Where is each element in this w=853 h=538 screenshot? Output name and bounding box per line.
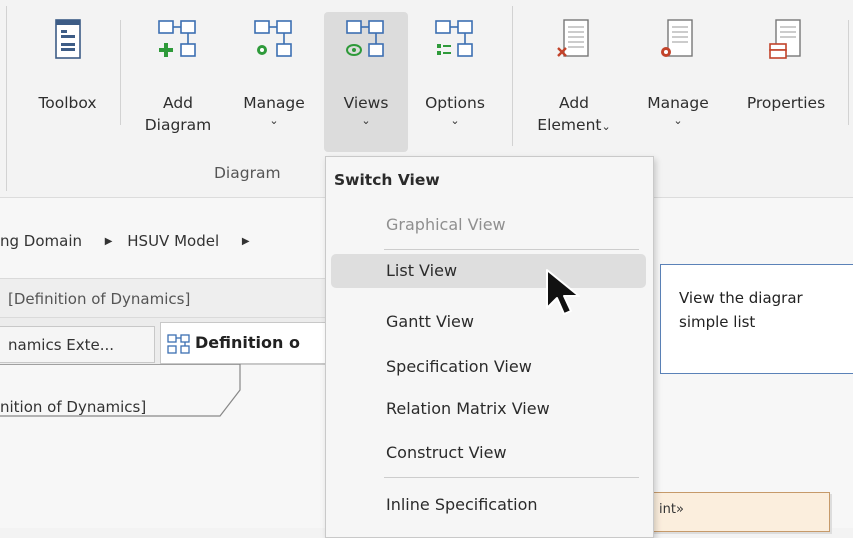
chevron-down-icon: ⌄	[450, 114, 460, 127]
properties-button[interactable]: Properties	[730, 12, 842, 152]
properties-label: Properties	[746, 94, 826, 112]
ribbon-separator	[6, 6, 7, 191]
chevron-down-icon: ⌄	[269, 114, 279, 127]
add-element-button[interactable]: Add Element⌄	[520, 12, 628, 152]
tab-label: Definition o	[195, 333, 300, 352]
tab-dynamics-extension[interactable]: namics Exte...	[0, 326, 155, 363]
toolbox-icon	[54, 19, 81, 59]
element-stereotype: int»	[659, 502, 684, 517]
menu-item-inline-specification[interactable]: Inline Specification	[331, 488, 646, 522]
ribbon-separator	[512, 6, 513, 146]
menu-item-list-view[interactable]: List View	[331, 254, 646, 288]
ribbon-separator	[848, 20, 849, 125]
add-diagram-button[interactable]: Add Diagram	[128, 12, 228, 152]
toolbox-button[interactable]: Toolbox	[20, 12, 115, 152]
breadcrumb: ng Domain ▶ HSUV Model ▶	[0, 232, 260, 250]
mouse-cursor-icon	[546, 269, 580, 315]
add-element-icon	[557, 19, 589, 57]
menu-item-gantt-view[interactable]: Gantt View	[331, 305, 646, 339]
diagram-element[interactable]: int»	[640, 492, 830, 532]
chevron-down-icon: ⌄	[673, 114, 683, 127]
manage-diagram-button[interactable]: Manage ⌄	[228, 12, 320, 152]
add-element-label: Add Element⌄	[537, 94, 611, 134]
tooltip-line: View the diagrar	[679, 289, 803, 307]
manage-element-icon	[661, 19, 693, 57]
switch-view-menu: Switch View Graphical View List View Gan…	[325, 156, 654, 538]
tooltip: View the diagrar simple list	[660, 264, 853, 374]
views-button[interactable]: Views ⌄	[324, 12, 408, 152]
menu-item-relation-matrix-view[interactable]: Relation Matrix View	[331, 392, 646, 426]
tab-bar: namics Exte... Definition o	[0, 318, 360, 365]
diagram-icon	[167, 333, 190, 354]
view-title: [Definition of Dynamics]	[0, 278, 330, 318]
breadcrumb-arrow-icon: ▶	[104, 236, 113, 247]
manage-element-button[interactable]: Manage ⌄	[630, 12, 726, 152]
menu-separator	[384, 477, 639, 478]
add-diagram-icon	[158, 20, 196, 57]
views-icon	[346, 20, 384, 57]
diagram-frame-title: nition of Dynamics]	[0, 398, 147, 416]
menu-item-construct-view[interactable]: Construct View	[331, 436, 646, 470]
menu-item-graphical-view: Graphical View	[386, 215, 506, 234]
diagram-group-label: Diagram	[214, 164, 281, 182]
chevron-down-icon: ⌄	[361, 114, 371, 127]
breadcrumb-arrow-icon: ▶	[241, 236, 250, 247]
menu-separator	[384, 249, 639, 250]
menu-header: Switch View	[334, 171, 440, 189]
menu-item-specification-view[interactable]: Specification View	[331, 350, 646, 384]
chevron-down-icon: ⌄	[601, 120, 611, 133]
manage-diagram-icon	[254, 20, 292, 57]
options-icon	[435, 20, 473, 57]
breadcrumb-item[interactable]: ng Domain	[0, 232, 82, 250]
properties-icon	[769, 19, 801, 59]
breadcrumb-item[interactable]: HSUV Model	[127, 232, 219, 250]
tooltip-line: simple list	[679, 313, 756, 331]
ribbon-separator	[120, 20, 121, 125]
toolbox-label: Toolbox	[38, 94, 97, 112]
add-diagram-label: Add Diagram	[144, 94, 212, 134]
options-button[interactable]: Options ⌄	[410, 12, 500, 152]
